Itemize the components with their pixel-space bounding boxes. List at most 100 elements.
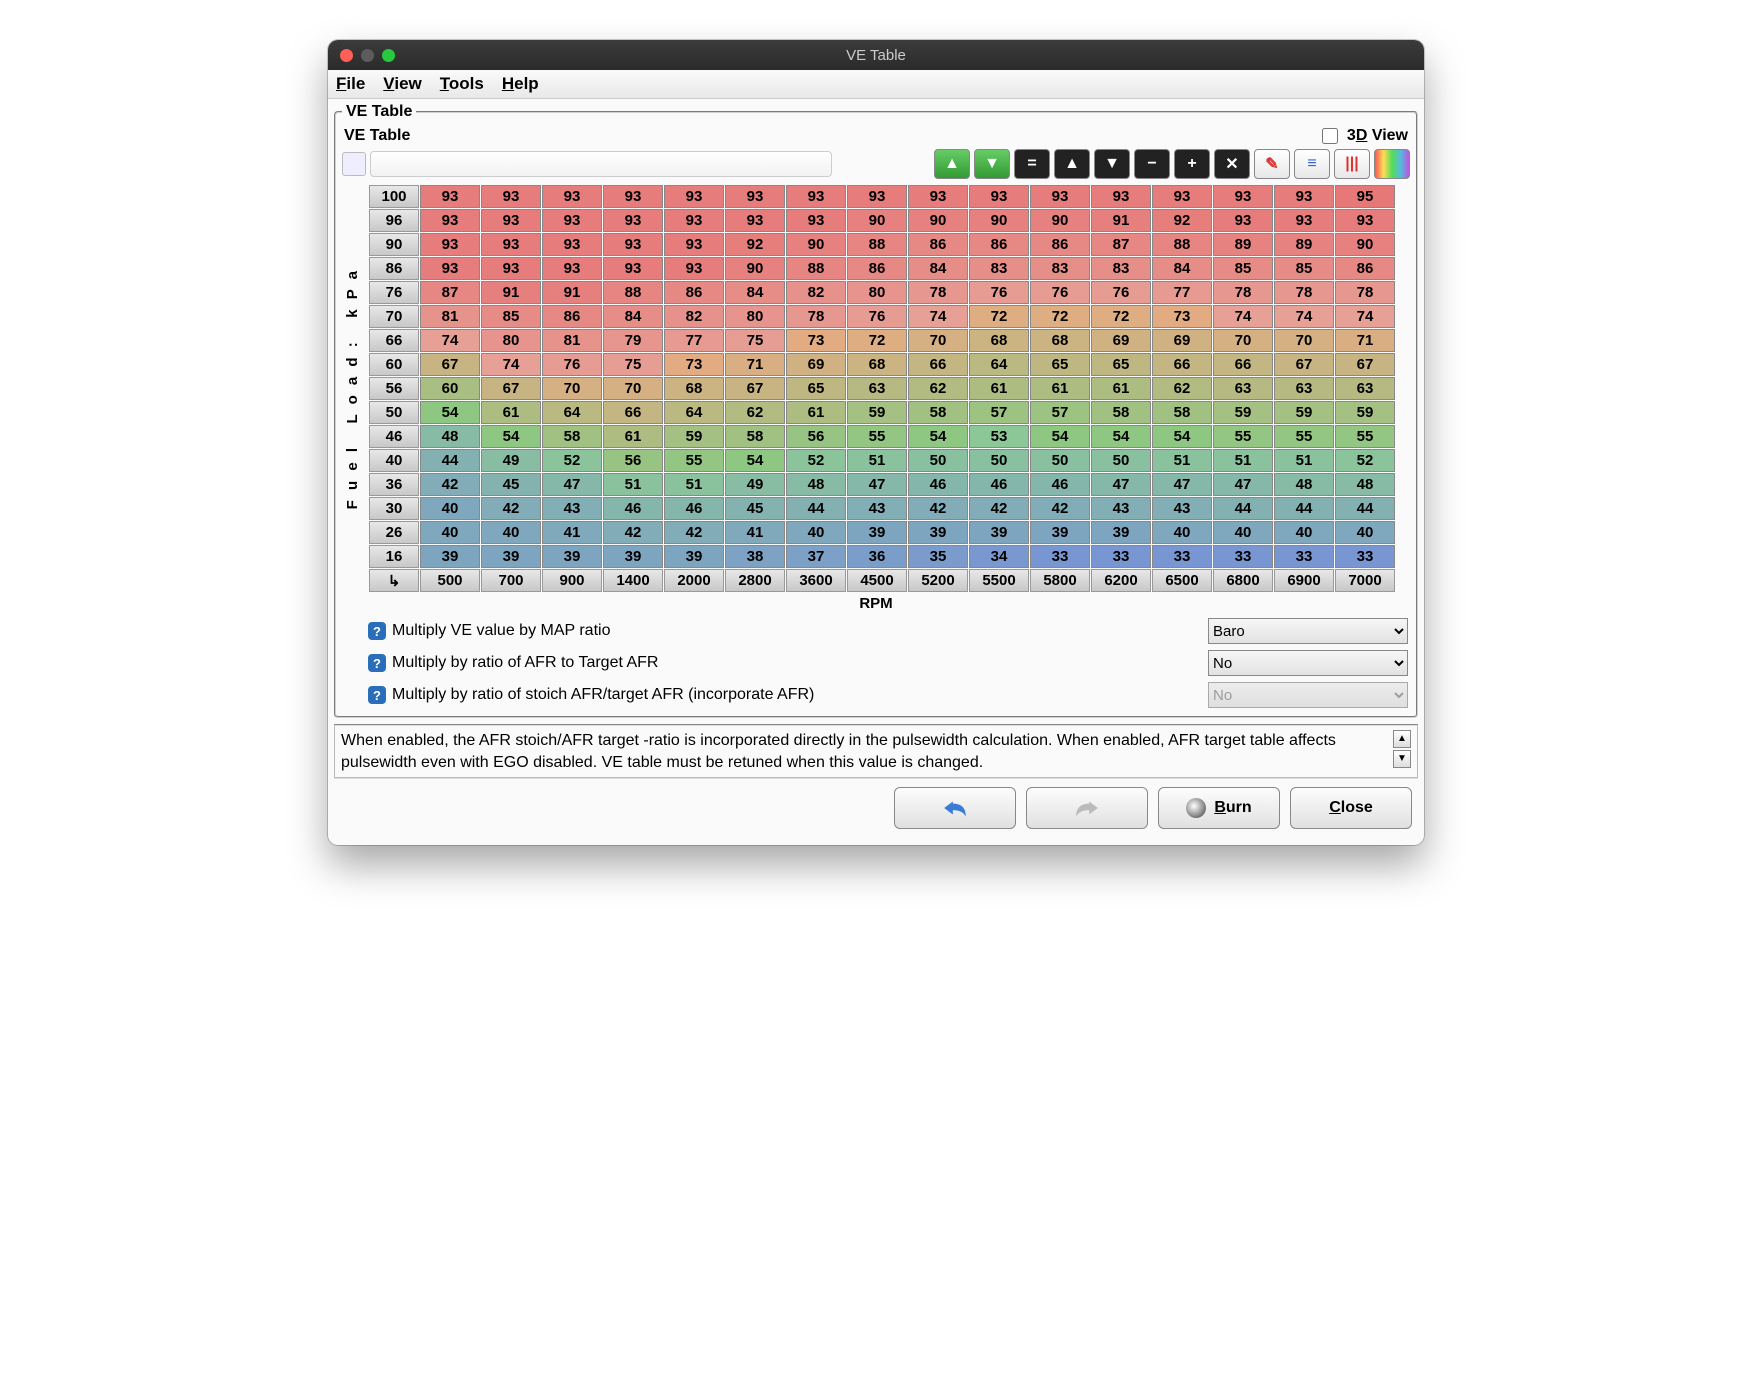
table-cell[interactable]: 93 [1274,209,1334,232]
table-cell[interactable]: 95 [1335,185,1395,208]
y-header[interactable]: 30 [369,497,419,520]
table-cell[interactable]: 67 [725,377,785,400]
table-cell[interactable]: 51 [664,473,724,496]
table-cell[interactable]: 66 [603,401,663,424]
table-cell[interactable]: 76 [542,353,602,376]
table-cell[interactable]: 68 [664,377,724,400]
table-cell[interactable]: 93 [481,233,541,256]
help-icon[interactable]: ? [368,686,386,704]
table-cell[interactable]: 91 [481,281,541,304]
table-cell[interactable]: 86 [1335,257,1395,280]
table-cell[interactable]: 40 [1335,521,1395,544]
table-cell[interactable]: 74 [908,305,968,328]
x-header[interactable]: 2000 [664,569,724,592]
table-cell[interactable]: 63 [1274,377,1334,400]
table-cell[interactable]: 66 [1152,353,1212,376]
table-cell[interactable]: 51 [847,449,907,472]
table-cell[interactable]: 93 [725,209,785,232]
table-cell[interactable]: 83 [1091,257,1151,280]
table-cell[interactable]: 93 [725,185,785,208]
table-cell[interactable]: 54 [908,425,968,448]
table-cell[interactable]: 54 [420,401,480,424]
table-cell[interactable]: 73 [664,353,724,376]
x-header[interactable]: 2800 [725,569,785,592]
table-cell[interactable]: 44 [1213,497,1273,520]
y-header[interactable]: 36 [369,473,419,496]
x-header[interactable]: 900 [542,569,602,592]
table-cell[interactable]: 74 [1274,305,1334,328]
table-cell[interactable]: 93 [420,233,480,256]
table-cell[interactable]: 61 [481,401,541,424]
table-cell[interactable]: 33 [1335,545,1395,568]
table-cell[interactable]: 70 [603,377,663,400]
table-cell[interactable]: 55 [664,449,724,472]
table-cell[interactable]: 76 [847,305,907,328]
table-cell[interactable]: 33 [1152,545,1212,568]
table-cell[interactable]: 43 [542,497,602,520]
y-header[interactable]: 90 [369,233,419,256]
table-cell[interactable]: 54 [1030,425,1090,448]
table-cell[interactable]: 58 [1091,401,1151,424]
plus-button[interactable]: + [1174,149,1210,179]
table-cell[interactable]: 93 [481,257,541,280]
table-cell[interactable]: 88 [603,281,663,304]
table-cell[interactable]: 67 [481,377,541,400]
table-cell[interactable]: 41 [725,521,785,544]
table-cell[interactable]: 40 [1152,521,1212,544]
table-cell[interactable]: 92 [725,233,785,256]
table-cell[interactable]: 42 [969,497,1029,520]
table-cell[interactable]: 55 [847,425,907,448]
table-cell[interactable]: 93 [1274,185,1334,208]
table-cell[interactable]: 61 [786,401,846,424]
rainbow-button[interactable] [1374,149,1410,179]
table-cell[interactable]: 51 [1152,449,1212,472]
table-cell[interactable]: 39 [420,545,480,568]
table-cell[interactable]: 65 [1091,353,1151,376]
table-cell[interactable]: 93 [542,209,602,232]
note-icon[interactable] [344,686,362,704]
table-cell[interactable]: 47 [1213,473,1273,496]
x-header[interactable]: 5800 [1030,569,1090,592]
table-cell[interactable]: 61 [1030,377,1090,400]
table-cell[interactable]: 81 [542,329,602,352]
table-cell[interactable]: 93 [786,209,846,232]
equals-button[interactable]: = [1014,149,1050,179]
table-cell[interactable]: 89 [1274,233,1334,256]
table-cell[interactable]: 37 [786,545,846,568]
x-header[interactable]: 5500 [969,569,1029,592]
table-cell[interactable]: 39 [847,521,907,544]
table-cell[interactable]: 90 [969,209,1029,232]
table-cell[interactable]: 62 [1152,377,1212,400]
table-cell[interactable]: 93 [908,185,968,208]
table-cell[interactable]: 52 [542,449,602,472]
table-cell[interactable]: 48 [786,473,846,496]
x-header[interactable]: 4500 [847,569,907,592]
help-icon[interactable]: ? [368,622,386,640]
redo-button[interactable] [1026,787,1148,829]
table-cell[interactable]: 63 [1335,377,1395,400]
table-cell[interactable]: 82 [786,281,846,304]
table-cell[interactable]: 72 [969,305,1029,328]
table-cell[interactable]: 74 [481,353,541,376]
table-cell[interactable]: 85 [481,305,541,328]
x-header[interactable]: 6800 [1213,569,1273,592]
table-cell[interactable]: 84 [725,281,785,304]
table-cell[interactable]: 51 [1213,449,1273,472]
help-scroll-down[interactable]: ▼ [1393,750,1411,768]
y-header[interactable]: 76 [369,281,419,304]
table-cell[interactable]: 93 [420,185,480,208]
table-cell[interactable]: 35 [908,545,968,568]
threeD-checkbox[interactable] [1322,128,1338,144]
y-header[interactable]: 70 [369,305,419,328]
table-cell[interactable]: 58 [725,425,785,448]
table-cell[interactable]: 58 [542,425,602,448]
table-cell[interactable]: 58 [1152,401,1212,424]
table-cell[interactable]: 45 [481,473,541,496]
table-cell[interactable]: 93 [1335,209,1395,232]
table-cell[interactable]: 33 [1091,545,1151,568]
table-cell[interactable]: 86 [847,257,907,280]
table-cell[interactable]: 34 [969,545,1029,568]
table-cell[interactable]: 70 [1213,329,1273,352]
table-cell[interactable]: 90 [1335,233,1395,256]
x-header[interactable]: 7000 [1335,569,1395,592]
